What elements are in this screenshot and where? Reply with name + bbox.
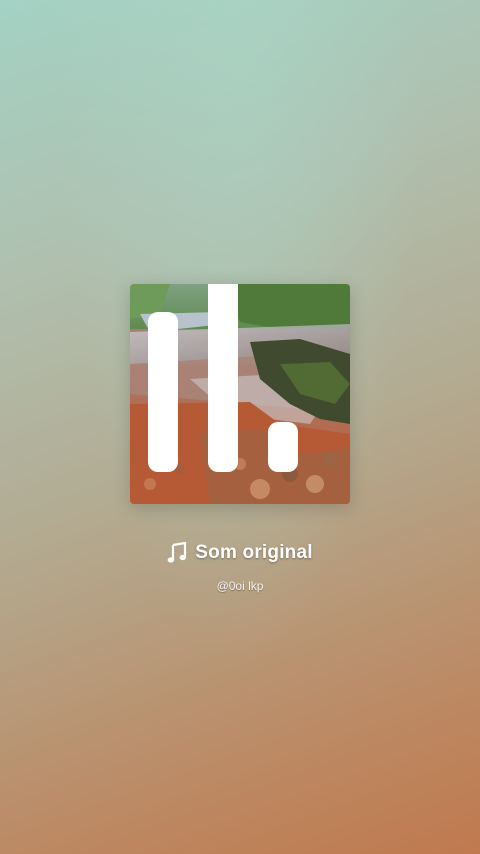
sound-author[interactable]: @0oi lkp	[0, 579, 480, 593]
audio-wave-icon	[148, 284, 298, 472]
music-note-icon	[167, 542, 187, 563]
sound-title-row[interactable]: Som original	[0, 540, 480, 566]
sound-cover-thumbnail[interactable]	[130, 284, 350, 504]
sound-title: Som original	[195, 542, 313, 563]
